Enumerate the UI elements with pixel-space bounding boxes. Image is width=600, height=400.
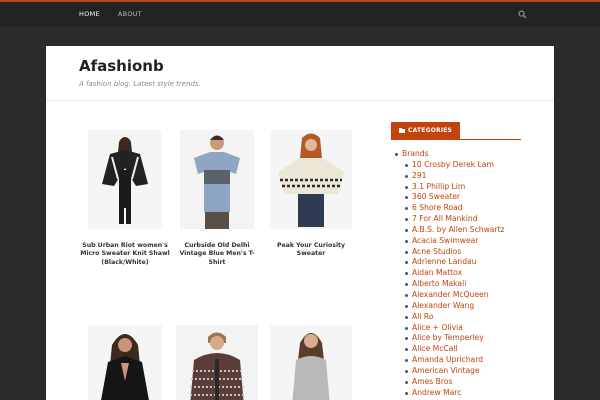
category-list: Brands 10 Crosby Derek Lam 291 3.1 Phillip…: [395, 149, 505, 398]
product-image[interactable]: [270, 325, 352, 400]
categories-divider: [391, 139, 521, 140]
category-parent[interactable]: Brands: [395, 149, 505, 160]
nav-about[interactable]: ABOUT: [109, 2, 151, 27]
search-icon[interactable]: [518, 10, 527, 19]
category-brand-item[interactable]: Ames Bros: [395, 377, 505, 388]
category-brand-item[interactable]: 10 Crosby Derek Lam: [395, 160, 505, 171]
product-name[interactable]: Peak Your Curiosity Sweater: [266, 242, 356, 259]
site-description: A fashion blog. Latest style trends.: [79, 80, 201, 88]
main-nav: HOME ABOUT: [70, 2, 151, 27]
nav-home[interactable]: HOME: [70, 2, 109, 27]
category-brand-item[interactable]: Acne Studios: [395, 247, 505, 258]
category-brand-item[interactable]: Aidan Mattox: [395, 268, 505, 279]
product-name[interactable]: Sub Urban Riot women's Micro Sweater Kni…: [80, 242, 170, 267]
category-brand-item[interactable]: Adrienne Landau: [395, 257, 505, 268]
product-image[interactable]: [270, 130, 352, 229]
top-navigation-bar: HOME ABOUT: [0, 0, 600, 27]
product-image[interactable]: [88, 130, 162, 229]
category-brand-item[interactable]: Andrew Marc: [395, 388, 505, 399]
category-brand-item[interactable]: 360 Sweater: [395, 192, 505, 203]
category-brand-item[interactable]: 291: [395, 171, 505, 182]
content-card: Afashionb A fashion blog. Latest style t…: [46, 46, 554, 400]
category-brand-item[interactable]: Alberto Makali: [395, 279, 505, 290]
category-brand-item[interactable]: Acacia Swimwear: [395, 236, 505, 247]
site-header: Afashionb A fashion blog. Latest style t…: [46, 46, 554, 101]
product-image[interactable]: [180, 130, 254, 229]
category-brand-item[interactable]: Alice McCall: [395, 344, 505, 355]
category-brand-item[interactable]: Alexander McQueen: [395, 290, 505, 301]
product-image[interactable]: [88, 325, 162, 400]
category-brand-item[interactable]: Ali Ro: [395, 312, 505, 323]
category-brand-item[interactable]: Alexander Wang: [395, 301, 505, 312]
category-brand-item[interactable]: 7 For All Mankind: [395, 214, 505, 225]
category-brand-item[interactable]: 6 Shore Road: [395, 203, 505, 214]
folder-icon: [399, 128, 405, 133]
product-image[interactable]: [176, 325, 258, 400]
category-brand-item[interactable]: Alice + Olivia: [395, 323, 505, 334]
category-brand-item[interactable]: Amanda Uprichard: [395, 355, 505, 366]
categories-tab: CATEGORIES: [391, 122, 460, 140]
category-brand-item[interactable]: Alice by Temperley: [395, 333, 505, 344]
category-brand-item[interactable]: American Vintage: [395, 366, 505, 377]
category-brand-item[interactable]: 3.1 Phillip Lim: [395, 182, 505, 193]
product-name[interactable]: Curbside Old Delhi Vintage Blue Men's T-…: [172, 242, 262, 267]
site-title[interactable]: Afashionb: [79, 57, 164, 75]
category-brand-item[interactable]: A.B.S. by Allen Schwartz: [395, 225, 505, 236]
categories-label: CATEGORIES: [408, 127, 453, 134]
